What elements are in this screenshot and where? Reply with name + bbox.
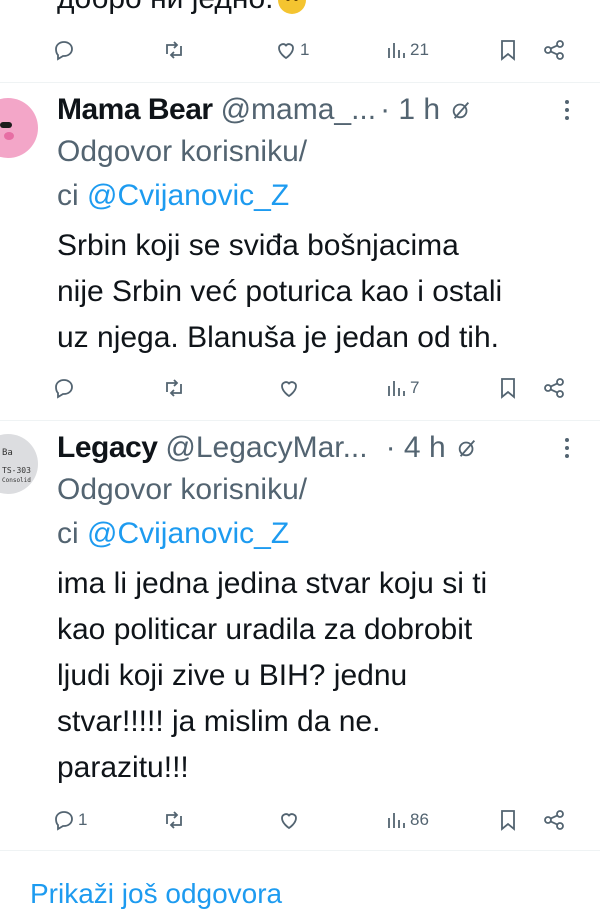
repost-button[interactable] — [162, 32, 186, 68]
user-handle[interactable]: @mama_... — [221, 93, 377, 127]
bookmark-icon — [501, 378, 515, 399]
reply-button[interactable]: 1 — [52, 802, 87, 838]
reply-button[interactable] — [52, 32, 76, 68]
tweet-header: Legacy @LegacyMar... · 4 h — [57, 428, 478, 468]
tweet-text-line: nije Srbin već poturica kao i ostali — [57, 275, 503, 308]
reply-icon — [55, 811, 73, 831]
divider — [0, 850, 600, 851]
views-button[interactable]: 21 — [384, 32, 429, 68]
grok-icon[interactable] — [456, 437, 478, 459]
like-count: 1 — [300, 40, 310, 59]
reply-context: Odgovor korisniku/ ci @Cvijanovic_Z — [57, 130, 307, 218]
tweet[interactable]: Mama Bear @mama_... · 1 h Odgovor korisn… — [0, 90, 600, 420]
more-options-icon[interactable] — [560, 98, 574, 122]
tweet-actions: 1 86 — [52, 802, 572, 838]
mention-link[interactable]: @Cvijanovic_Z — [87, 179, 289, 212]
heart-icon — [281, 813, 297, 830]
views-count: 21 — [410, 40, 429, 59]
display-name[interactable]: Legacy — [57, 431, 158, 465]
reply-label: Odgovor korisniku/ — [57, 135, 308, 168]
share-icon — [544, 40, 564, 60]
reply-label: Odgovor korisniku/ — [57, 473, 308, 506]
reply-icon — [55, 379, 73, 399]
reply-label-cont: ci — [57, 179, 87, 212]
reply-label-cont: ci — [57, 517, 87, 550]
bookmark-icon — [501, 40, 515, 61]
views-count: 7 — [410, 378, 420, 397]
tweet-text-line: parazitu!!! — [57, 751, 189, 784]
user-handle[interactable]: @LegacyMar... — [165, 431, 367, 465]
tweet-text-line: ljudi koji zive u BIH? jednu — [57, 659, 408, 692]
divider — [0, 82, 600, 83]
divider — [0, 420, 600, 421]
previous-tweet-text: добро ни једно. — [57, 0, 306, 16]
like-button[interactable] — [277, 370, 301, 406]
views-button[interactable]: 7 — [384, 370, 419, 406]
like-button[interactable] — [277, 802, 301, 838]
tweet-text-line: stvar!!!!! ja mislim da ne. — [57, 705, 381, 738]
bookmark-button[interactable] — [496, 32, 520, 68]
sunglasses-icon — [0, 122, 12, 128]
timestamp[interactable]: · 1 h — [380, 93, 440, 127]
avatar[interactable] — [0, 98, 38, 158]
avatar-text: Ba — [2, 448, 13, 458]
display-name[interactable]: Mama Bear — [57, 93, 213, 127]
tweet-text-line: kao politicar uradila za dobrobit — [57, 613, 473, 646]
grok-icon[interactable] — [450, 99, 472, 121]
bookmark-icon — [501, 810, 515, 831]
repost-icon — [166, 379, 182, 397]
reply-icon — [55, 41, 73, 61]
angry-face-emoji — [277, 0, 306, 15]
bookmark-button[interactable] — [496, 370, 520, 406]
tweet-text-line: ima li jedna jedina stvar koju si ti — [57, 567, 488, 600]
share-button[interactable] — [542, 370, 566, 406]
bookmark-button[interactable] — [496, 802, 520, 838]
reply-context: Odgovor korisniku/ ci @Cvijanovic_Z — [57, 468, 307, 556]
repost-icon — [166, 811, 182, 829]
tweet-text-line: Srbin koji se sviđa bošnjacima — [57, 229, 459, 262]
heart-icon — [281, 381, 297, 398]
reply-count: 1 — [78, 810, 88, 829]
previous-tweet: добро ни једно. 1 21 — [0, 0, 600, 82]
reply-button[interactable] — [52, 370, 76, 406]
heart-icon — [278, 43, 294, 60]
avatar-image: Ba TS-303 Consolid — [0, 434, 38, 494]
tweet[interactable]: Ba TS-303 Consolid Legacy @LegacyMar... … — [0, 428, 600, 850]
show-more-replies-link[interactable]: Prikaži još odgovora — [30, 878, 282, 910]
mention-link[interactable]: @Cvijanovic_Z — [87, 517, 289, 550]
more-options-icon[interactable] — [560, 436, 574, 460]
views-icon — [388, 813, 405, 828]
repost-button[interactable] — [162, 802, 186, 838]
share-icon — [544, 378, 564, 398]
previous-tweet-actions: 1 21 — [52, 32, 572, 68]
avatar[interactable]: Ba TS-303 Consolid — [0, 434, 38, 494]
views-button[interactable]: 86 — [384, 802, 429, 838]
views-icon — [388, 43, 405, 58]
tweet-text: Srbin koji se sviđa bošnjacima nije Srbi… — [57, 223, 587, 361]
tweet-actions: 7 — [52, 370, 572, 406]
views-count: 86 — [410, 810, 429, 829]
avatar-image — [0, 98, 38, 158]
tweet-text-line: uz njega. Blanuša je jedan od tih. — [57, 321, 499, 354]
timestamp[interactable]: · 4 h — [386, 431, 446, 465]
tweet-header: Mama Bear @mama_... · 1 h — [57, 90, 472, 130]
repost-icon — [166, 41, 182, 59]
nose-icon — [4, 132, 14, 140]
repost-button[interactable] — [162, 370, 186, 406]
avatar-text: TS-303 — [2, 466, 31, 475]
avatar-text: Consolid — [2, 477, 31, 484]
views-icon — [388, 381, 405, 396]
like-button[interactable]: 1 — [274, 32, 309, 68]
share-button[interactable] — [542, 32, 566, 68]
tweet-text: ima li jedna jedina stvar koju si ti kao… — [57, 561, 587, 791]
share-icon — [544, 810, 564, 830]
share-button[interactable] — [542, 802, 566, 838]
